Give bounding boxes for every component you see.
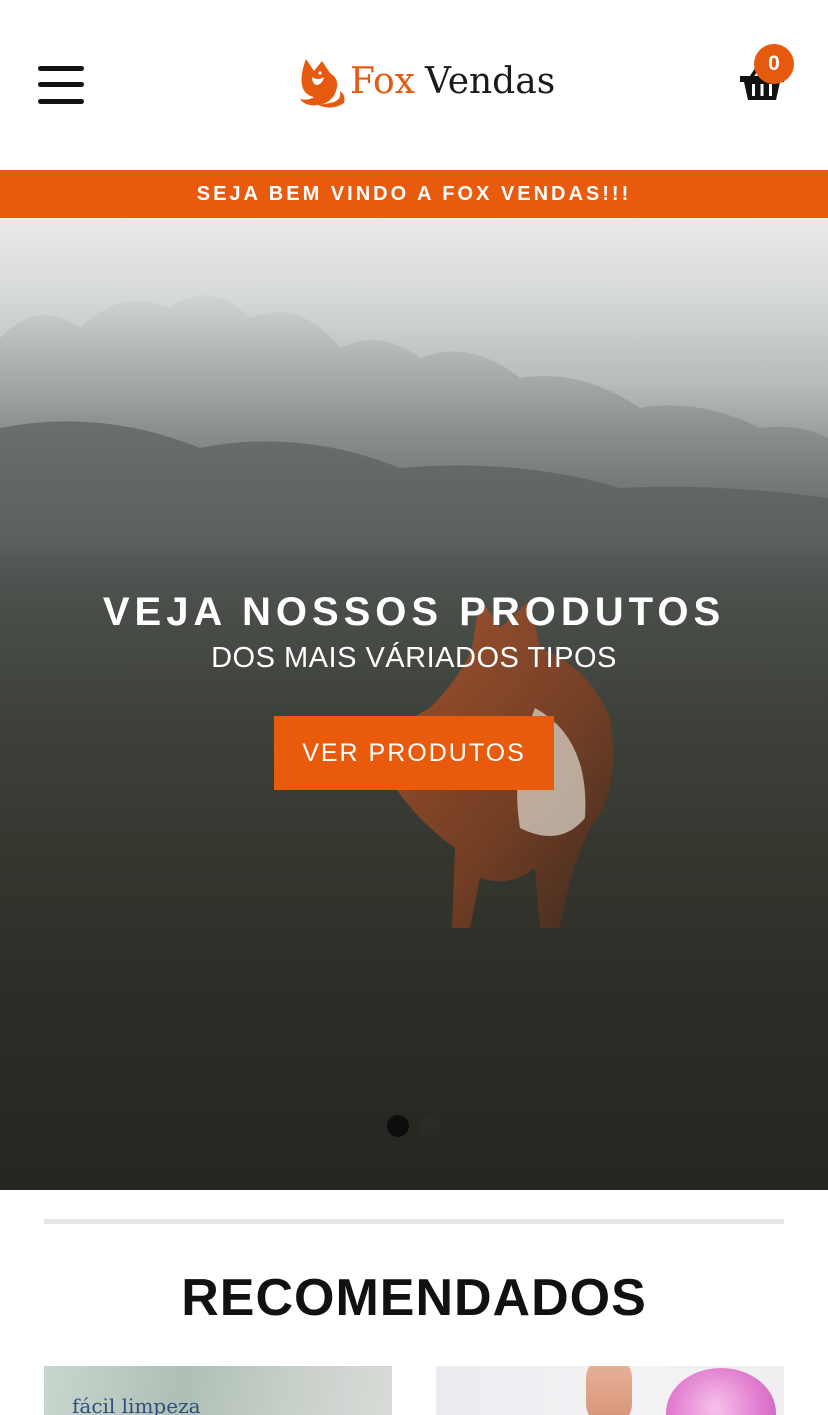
- hero-subtitle: DOS MAIS VÁRIADOS TIPOS: [211, 642, 617, 674]
- product-card-1[interactable]: fácil limpeza: [44, 1366, 392, 1415]
- fox-logo-icon: [300, 59, 345, 108]
- mountain-landscape-image: [0, 295, 828, 548]
- product-thumb-text: fácil limpeza: [72, 1394, 201, 1415]
- cart-button[interactable]: 0: [738, 44, 794, 104]
- slider-dots: [387, 1115, 441, 1137]
- brand-name-vendas: Vendas: [425, 61, 556, 102]
- hero-banner: VEJA NOSSOS PRODUTOS DOS MAIS VÁRIADOS T…: [0, 218, 828, 1190]
- hamburger-menu-icon[interactable]: [38, 66, 84, 104]
- product-card-2[interactable]: [436, 1366, 784, 1415]
- view-products-button[interactable]: VER PRODUTOS: [274, 716, 554, 790]
- product-image-detail: [586, 1366, 632, 1415]
- product-image-sponge: [666, 1368, 776, 1415]
- announcement-bar: SEJA BEM VINDO A FOX VENDAS!!!: [0, 170, 828, 218]
- hero-title: VEJA NOSSOS PRODUTOS: [102, 590, 726, 634]
- slider-dot-1[interactable]: [387, 1115, 409, 1137]
- announcement-text: SEJA BEM VINDO A FOX VENDAS!!!: [196, 182, 632, 205]
- brand-logo[interactable]: Fox Vendas: [296, 50, 555, 114]
- brand-name-fox: Fox: [350, 61, 415, 102]
- site-header: Fox Vendas 0: [0, 0, 828, 170]
- section-divider: [44, 1219, 784, 1224]
- recommended-title: RECOMENDADOS: [181, 1269, 647, 1327]
- slider-dot-2[interactable]: [419, 1115, 441, 1137]
- cart-count-badge: 0: [754, 44, 794, 84]
